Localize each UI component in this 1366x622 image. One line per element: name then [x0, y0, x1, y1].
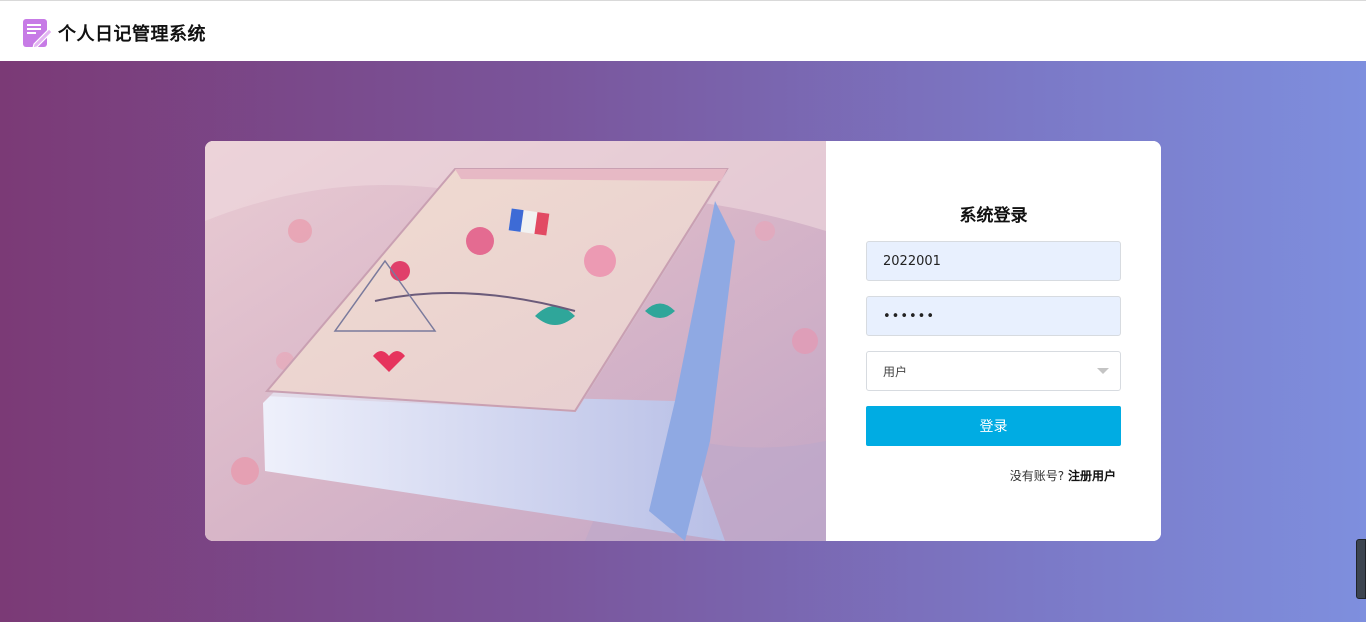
side-handle[interactable]: [1356, 539, 1366, 599]
notebook-photo: [205, 141, 826, 541]
notebook-pen-icon: [23, 19, 53, 49]
login-background: 系统登录 用户 登录 没有账号? 注册用户: [0, 61, 1366, 622]
chevron-down-icon: [1097, 368, 1109, 374]
no-account-text: 没有账号?: [1009, 469, 1065, 483]
username-input[interactable]: [866, 241, 1121, 281]
login-button[interactable]: 登录: [866, 406, 1121, 446]
login-card: 系统登录 用户 登录 没有账号? 注册用户: [205, 141, 1161, 541]
role-select[interactable]: 用户: [866, 351, 1121, 391]
login-form-panel: 系统登录 用户 登录 没有账号? 注册用户: [826, 141, 1161, 541]
password-input[interactable]: [866, 296, 1121, 336]
register-link[interactable]: 注册用户: [1068, 469, 1116, 483]
register-row: 没有账号? 注册用户: [1010, 467, 1116, 484]
app-title: 个人日记管理系统: [58, 24, 206, 45]
role-select-value: 用户: [883, 364, 908, 379]
top-bar: 个人日记管理系统: [0, 0, 1366, 61]
login-title: 系统登录: [959, 206, 1028, 226]
